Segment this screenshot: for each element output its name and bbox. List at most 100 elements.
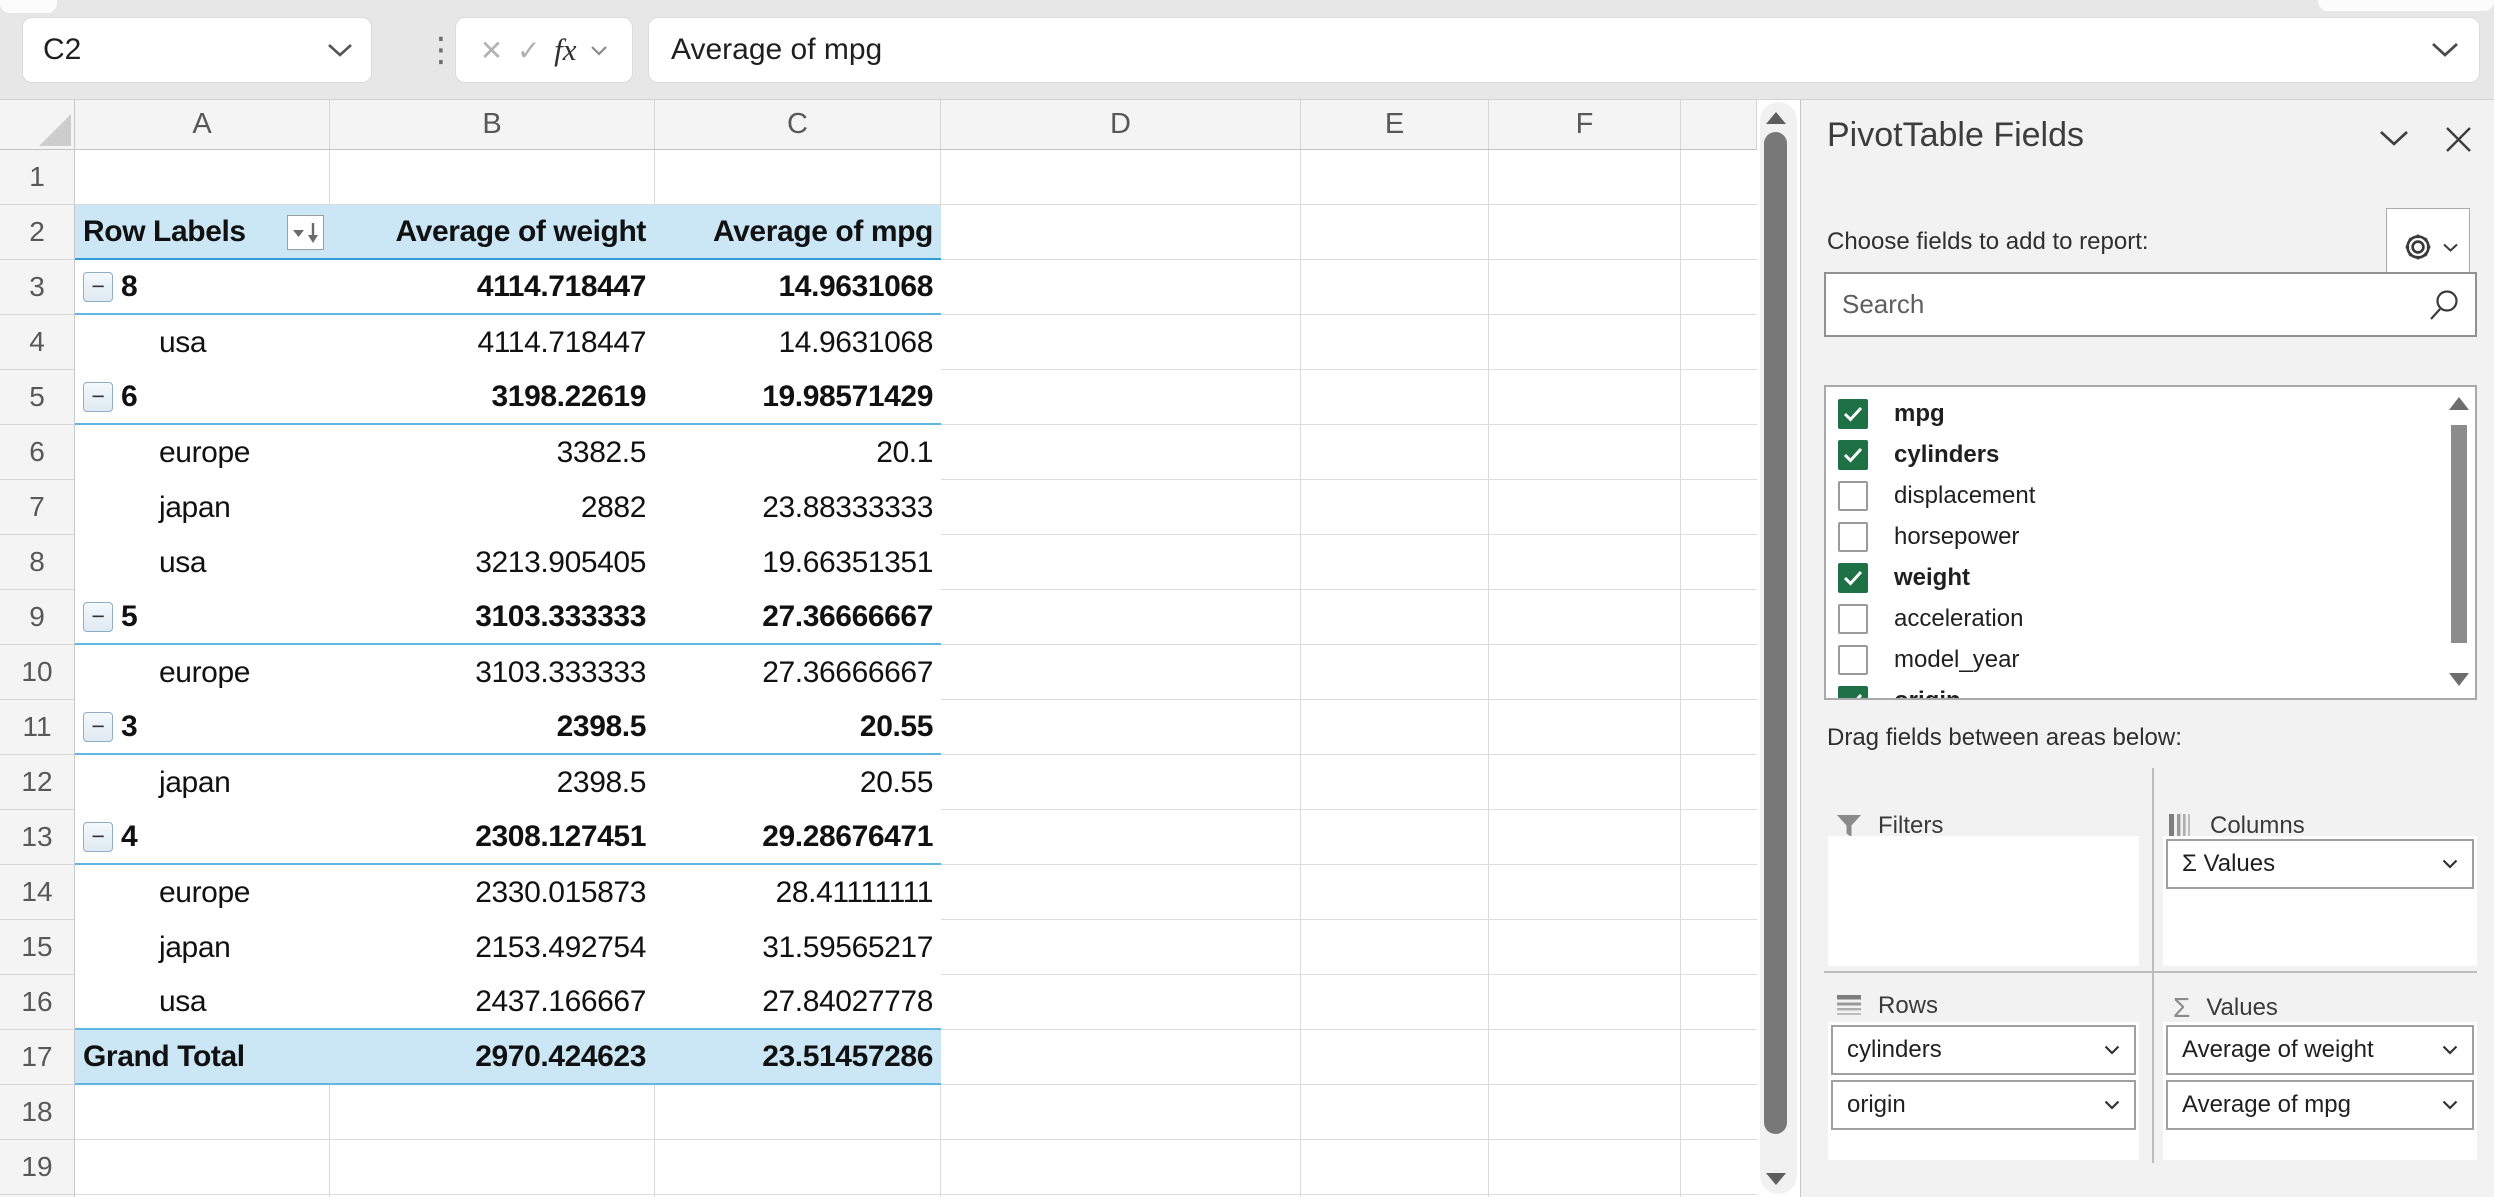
column-header-E[interactable]: E xyxy=(1301,100,1489,149)
pivot-mpg-value[interactable]: 20.55 xyxy=(655,700,941,753)
formula-bar[interactable]: Average of mpg xyxy=(648,17,2480,83)
pivot-weight-value[interactable]: 2882 xyxy=(330,480,655,535)
chevron-down-icon[interactable] xyxy=(2442,859,2458,869)
pivot-label-cell[interactable]: usa xyxy=(75,975,330,1028)
chevron-down-icon[interactable] xyxy=(2104,1100,2120,1110)
pivot-label-cell[interactable]: −8 xyxy=(75,260,330,313)
scroll-down-icon[interactable] xyxy=(1766,1173,1786,1185)
row-header-6[interactable]: 6 xyxy=(0,425,74,480)
row-header-19[interactable]: 19 xyxy=(0,1140,74,1195)
search-input[interactable] xyxy=(1842,289,2427,320)
insert-function-icon[interactable]: fx xyxy=(554,32,576,68)
collapse-pane-chevron-icon[interactable] xyxy=(2379,130,2409,148)
pivot-weight-value[interactable]: 3103.333333 xyxy=(330,590,655,643)
collapse-group-button[interactable]: − xyxy=(83,382,113,412)
pivot-weight-value[interactable]: 2153.492754 xyxy=(330,920,655,975)
row-header-12[interactable]: 12 xyxy=(0,755,74,810)
pivot-weight-value[interactable]: 2970.424623 xyxy=(330,1030,655,1083)
column-header-C[interactable]: C xyxy=(655,100,941,149)
field-item-cylinders[interactable]: cylinders xyxy=(1826,434,2475,475)
cancel-icon[interactable]: ✕ xyxy=(480,34,503,67)
field-pill--values[interactable]: Σ Values xyxy=(2166,839,2474,889)
pivot-header-weight-cell[interactable]: Average of weight xyxy=(330,205,655,258)
row-header-10[interactable]: 10 xyxy=(0,645,74,700)
pivot-label-cell[interactable]: −3 xyxy=(75,700,330,753)
scrollbar-thumb[interactable] xyxy=(1764,132,1787,1134)
row-header-18[interactable]: 18 xyxy=(0,1085,74,1140)
checked-checkbox-icon[interactable] xyxy=(1838,563,1868,593)
scrollbar-thumb[interactable] xyxy=(2451,425,2467,643)
pivot-mpg-value[interactable]: 27.84027778 xyxy=(655,975,941,1028)
pivot-mpg-value[interactable]: 27.36666667 xyxy=(655,590,941,643)
column-header-D[interactable]: D xyxy=(941,100,1301,149)
pivot-mpg-value[interactable]: 20.55 xyxy=(655,755,941,810)
field-item-weight[interactable]: weight xyxy=(1826,557,2475,598)
field-pill-average-of-mpg[interactable]: Average of mpg xyxy=(2166,1080,2474,1130)
chevron-down-icon[interactable] xyxy=(2442,1045,2458,1055)
pivot-weight-value[interactable]: 4114.718447 xyxy=(330,260,655,313)
pivot-label-cell[interactable]: −6 xyxy=(75,370,330,423)
pivot-mpg-value[interactable]: 14.9631068 xyxy=(655,315,941,370)
pivot-mpg-value[interactable]: 19.98571429 xyxy=(655,370,941,423)
chevron-down-icon[interactable] xyxy=(327,43,353,58)
pivot-label-cell[interactable]: −4 xyxy=(75,810,330,863)
close-pane-icon[interactable] xyxy=(2445,126,2472,153)
collapse-group-button[interactable]: − xyxy=(83,272,113,302)
columns-dropzone[interactable]: Σ Values xyxy=(2163,836,2477,966)
collapse-group-button[interactable]: − xyxy=(83,602,113,632)
chevron-down-icon[interactable] xyxy=(2442,1100,2458,1110)
column-header-A[interactable]: A xyxy=(75,100,330,149)
filters-dropzone[interactable] xyxy=(1828,836,2139,966)
pivot-header-row-labels-cell[interactable]: Row Labels xyxy=(75,205,330,258)
row-header-7[interactable]: 7 xyxy=(0,480,74,535)
pivot-label-cell[interactable]: europe xyxy=(75,865,330,920)
pivot-label-cell[interactable]: japan xyxy=(75,920,330,975)
row-header-2[interactable]: 2 xyxy=(0,205,74,260)
column-header-B[interactable]: B xyxy=(330,100,655,149)
pivot-mpg-value[interactable]: 19.66351351 xyxy=(655,535,941,590)
row-header-3[interactable]: 3 xyxy=(0,260,74,315)
values-dropzone[interactable]: Average of weightAverage of mpg xyxy=(2163,1022,2477,1160)
unchecked-checkbox-icon[interactable] xyxy=(1838,481,1868,511)
chevron-down-icon[interactable] xyxy=(590,45,608,56)
field-item-origin[interactable]: origin xyxy=(1826,680,2475,700)
pivot-weight-value[interactable]: 3103.333333 xyxy=(330,645,655,700)
field-item-model_year[interactable]: model_year xyxy=(1826,639,2475,680)
row-header-17[interactable]: 17 xyxy=(0,1030,74,1085)
unchecked-checkbox-icon[interactable] xyxy=(1838,645,1868,675)
rows-dropzone[interactable]: cylindersorigin xyxy=(1828,1022,2139,1160)
enter-icon[interactable]: ✓ xyxy=(517,34,540,67)
pivot-weight-value[interactable]: 4114.718447 xyxy=(330,315,655,370)
pivot-mpg-value[interactable]: 14.9631068 xyxy=(655,260,941,313)
field-item-horsepower[interactable]: horsepower xyxy=(1826,516,2475,557)
field-pill-cylinders[interactable]: cylinders xyxy=(1831,1025,2136,1075)
scroll-down-icon[interactable] xyxy=(2449,673,2469,686)
row-labels-filter-button[interactable] xyxy=(287,215,324,250)
pivot-mpg-value[interactable]: 28.41111111 xyxy=(655,865,941,920)
pivot-label-cell[interactable]: europe xyxy=(75,425,330,480)
pivot-weight-value[interactable]: 3213.905405 xyxy=(330,535,655,590)
row-header-13[interactable]: 13 xyxy=(0,810,74,865)
pivot-weight-value[interactable]: 2398.5 xyxy=(330,755,655,810)
field-list-scrollbar[interactable] xyxy=(2447,391,2471,694)
pivot-mpg-value[interactable]: 27.36666667 xyxy=(655,645,941,700)
pivot-mpg-value[interactable]: 23.51457286 xyxy=(655,1030,941,1083)
pivot-label-cell[interactable]: japan xyxy=(75,755,330,810)
select-all-corner[interactable] xyxy=(0,100,75,149)
field-item-acceleration[interactable]: acceleration xyxy=(1826,598,2475,639)
pivot-header-mpg-cell[interactable]: Average of mpg xyxy=(655,205,941,258)
row-header-11[interactable]: 11 xyxy=(0,700,74,755)
vertical-scrollbar[interactable] xyxy=(1757,100,1800,1197)
row-header-8[interactable]: 8 xyxy=(0,535,74,590)
row-header-9[interactable]: 9 xyxy=(0,590,74,645)
name-box[interactable]: C2 xyxy=(22,17,372,83)
unchecked-checkbox-icon[interactable] xyxy=(1838,604,1868,634)
pivot-mpg-value[interactable]: 29.28676471 xyxy=(655,810,941,863)
row-header-1[interactable]: 1 xyxy=(0,150,74,205)
row-header-16[interactable]: 16 xyxy=(0,975,74,1030)
field-pill-origin[interactable]: origin xyxy=(1831,1080,2136,1130)
pivot-mpg-value[interactable]: 31.59565217 xyxy=(655,920,941,975)
pivot-weight-value[interactable]: 3382.5 xyxy=(330,425,655,480)
field-search-box[interactable] xyxy=(1824,272,2477,337)
pivot-label-cell[interactable]: europe xyxy=(75,645,330,700)
